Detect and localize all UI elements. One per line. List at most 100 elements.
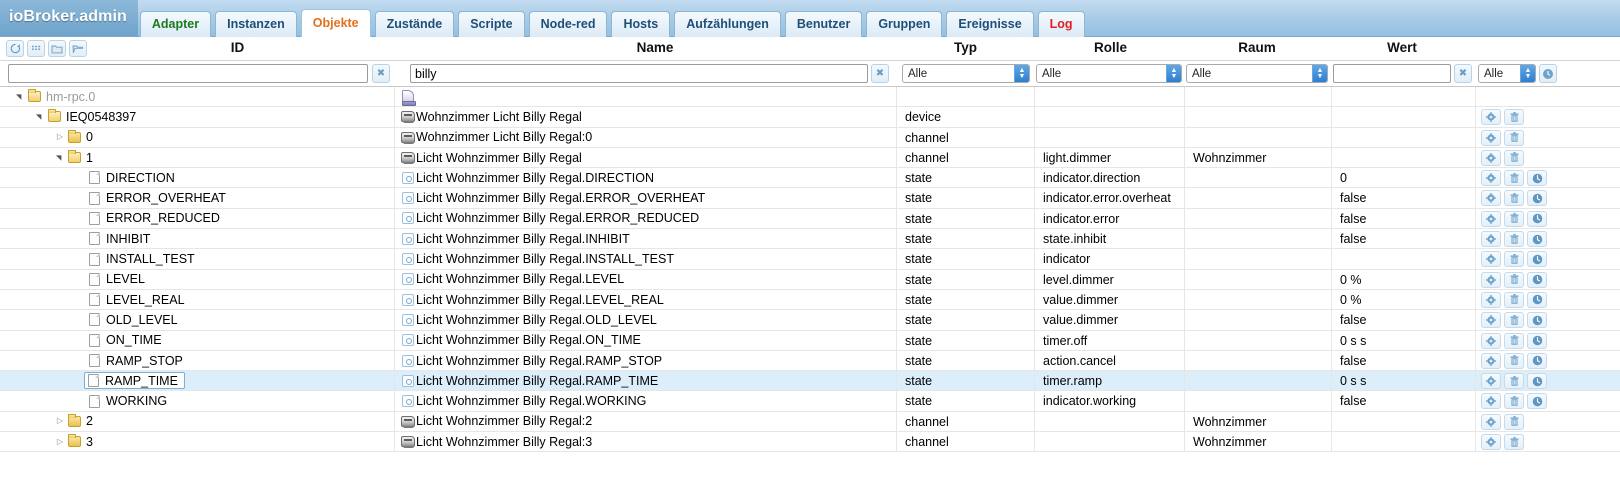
clock-icon[interactable] <box>1527 251 1547 268</box>
filter-raum-select[interactable]: Alle ▲ ▼ <box>1186 64 1328 83</box>
trash-icon[interactable] <box>1504 170 1524 187</box>
tab-gruppen[interactable]: Gruppen <box>866 11 943 37</box>
clock-icon[interactable] <box>1527 373 1547 390</box>
gear-icon[interactable] <box>1481 291 1501 308</box>
trash-icon[interactable] <box>1504 231 1524 248</box>
table-row[interactable]: DIRECTION Licht Wohnzimmer Billy Regal.DI… <box>0 168 1620 189</box>
trash-icon[interactable] <box>1504 413 1524 430</box>
trash-icon[interactable] <box>1504 210 1524 227</box>
cell-id: 2 <box>0 412 394 431</box>
table-row[interactable]: INSTALL_TEST Licht Wohnzimmer Billy Regal… <box>0 249 1620 270</box>
filter-quality-select[interactable]: Alle ▲ ▼ <box>1478 64 1536 83</box>
refresh-icon[interactable] <box>6 40 24 57</box>
cell-rolle: state.inhibit <box>1043 232 1107 247</box>
clock-icon[interactable] <box>1527 291 1547 308</box>
tab-instanzen[interactable]: Instanzen <box>215 11 297 37</box>
tab-hosts[interactable]: Hosts <box>611 11 671 37</box>
tree-toggle-closed[interactable] <box>54 412 66 431</box>
table-row[interactable]: WORKING Licht Wohnzimmer Billy Regal.WORK… <box>0 391 1620 412</box>
cell-raum <box>1185 249 1332 268</box>
table-row[interactable]: 3 Licht Wohnzimmer Billy Regal:3 channel Wo… <box>0 432 1620 453</box>
tab-scripte[interactable]: Scripte <box>458 11 525 37</box>
tab-benutzer[interactable]: Benutzer <box>784 11 863 37</box>
gear-icon[interactable] <box>1481 231 1501 248</box>
filter-typ-select[interactable]: Alle ▲ ▼ <box>902 64 1030 83</box>
trash-icon[interactable] <box>1504 291 1524 308</box>
clock-icon[interactable] <box>1527 332 1547 349</box>
tab-ereignisse[interactable]: Ereignisse <box>946 11 1034 37</box>
table-row[interactable]: ERROR_OVERHEAT Licht Wohnzimmer Billy Reg… <box>0 188 1620 209</box>
table-row[interactable]: OLD_LEVEL Licht Wohnzimmer Billy Regal.OL… <box>0 310 1620 331</box>
trash-icon[interactable] <box>1504 129 1524 146</box>
filter-rolle-select[interactable]: Alle ▲ ▼ <box>1036 64 1182 83</box>
clock-icon[interactable] <box>1527 231 1547 248</box>
filter-id-input[interactable] <box>8 64 368 83</box>
table-row[interactable]: 1 Licht Wohnzimmer Billy Regal channel ligh… <box>0 147 1620 169</box>
trash-icon[interactable] <box>1504 393 1524 410</box>
filter-wert-clear-button[interactable]: ✖ <box>1454 64 1472 83</box>
tree-toggle-open[interactable] <box>54 148 66 167</box>
table-row[interactable]: ON_TIME Licht Wohnzimmer Billy Regal.ON_T… <box>0 330 1620 351</box>
trash-icon[interactable] <box>1504 190 1524 207</box>
filter-name-clear-button[interactable]: ✖ <box>871 64 889 83</box>
clock-icon[interactable] <box>1527 190 1547 207</box>
gear-icon[interactable] <box>1481 129 1501 146</box>
filter-wert-input[interactable] <box>1333 64 1451 83</box>
filter-name-input[interactable] <box>410 64 868 83</box>
tab-log[interactable]: Log <box>1037 11 1085 37</box>
tab-adapter[interactable]: Adapter <box>139 11 212 37</box>
table-row[interactable]: RAMP_STOP Licht Wohnzimmer Billy Regal.RA… <box>0 350 1620 372</box>
trash-icon[interactable] <box>1504 149 1524 166</box>
gear-icon[interactable] <box>1481 109 1501 126</box>
cell-id: LEVEL <box>0 270 394 289</box>
clock-icon[interactable] <box>1527 312 1547 329</box>
table-row[interactable]: 2 Licht Wohnzimmer Billy Regal:2 channel Wo… <box>0 411 1620 433</box>
tree-toggle-closed[interactable] <box>54 432 66 451</box>
clock-icon[interactable] <box>1527 271 1547 288</box>
gear-icon[interactable] <box>1481 413 1501 430</box>
gear-icon[interactable] <box>1481 434 1501 451</box>
clock-icon[interactable] <box>1527 393 1547 410</box>
table-row[interactable]: IEQ0548397 Wohnzimmer Licht Billy Regal de… <box>0 107 1620 128</box>
tab-node-red[interactable]: Node-red <box>528 11 608 37</box>
clock-icon[interactable] <box>1527 352 1547 369</box>
filter-id-clear-button[interactable]: ✖ <box>372 64 390 83</box>
clock-icon[interactable] <box>1527 210 1547 227</box>
gear-icon[interactable] <box>1481 149 1501 166</box>
trash-icon[interactable] <box>1504 352 1524 369</box>
filter-history-clock-icon[interactable] <box>1539 64 1557 83</box>
gear-icon[interactable] <box>1481 393 1501 410</box>
tab-objekte[interactable]: Objekte <box>300 9 371 37</box>
tree-toggle-open[interactable] <box>14 87 26 106</box>
table-row[interactable]: LEVEL Licht Wohnzimmer Billy Regal.LEVEL s… <box>0 269 1620 290</box>
gear-icon[interactable] <box>1481 251 1501 268</box>
trash-icon[interactable] <box>1504 332 1524 349</box>
gear-icon[interactable] <box>1481 312 1501 329</box>
trash-icon[interactable] <box>1504 251 1524 268</box>
gear-icon[interactable] <box>1481 170 1501 187</box>
list-icon[interactable] <box>27 40 45 57</box>
gear-icon[interactable] <box>1481 210 1501 227</box>
table-row[interactable]: hm-rpc.0 <box>0 87 1620 108</box>
tree-toggle-open[interactable] <box>34 107 46 126</box>
clock-icon[interactable] <box>1527 170 1547 187</box>
trash-icon[interactable] <box>1504 271 1524 288</box>
table-row[interactable]: LEVEL_REAL Licht Wohnzimmer Billy Regal.L… <box>0 289 1620 311</box>
row-actions <box>1481 332 1547 349</box>
table-row[interactable]: 0 Wohnzimmer Licht Billy Regal:0 channel <box>0 127 1620 148</box>
gear-icon[interactable] <box>1481 373 1501 390</box>
table-row[interactable]: RAMP_TIME Licht Wohnzimmer Billy Regal.RA… <box>0 371 1620 392</box>
tab-aufz-hlungen[interactable]: Aufzählungen <box>674 11 781 37</box>
tree-toggle-closed[interactable] <box>54 128 66 147</box>
trash-icon[interactable] <box>1504 373 1524 390</box>
trash-icon[interactable] <box>1504 434 1524 451</box>
gear-icon[interactable] <box>1481 271 1501 288</box>
tab-zust-nde[interactable]: Zustände <box>374 11 455 37</box>
gear-icon[interactable] <box>1481 190 1501 207</box>
gear-icon[interactable] <box>1481 352 1501 369</box>
gear-icon[interactable] <box>1481 332 1501 349</box>
table-row[interactable]: ERROR_REDUCED Licht Wohnzimmer Billy Rega… <box>0 208 1620 230</box>
table-row[interactable]: INHIBIT Licht Wohnzimmer Billy Regal.INHI… <box>0 229 1620 250</box>
trash-icon[interactable] <box>1504 109 1524 126</box>
trash-icon[interactable] <box>1504 312 1524 329</box>
